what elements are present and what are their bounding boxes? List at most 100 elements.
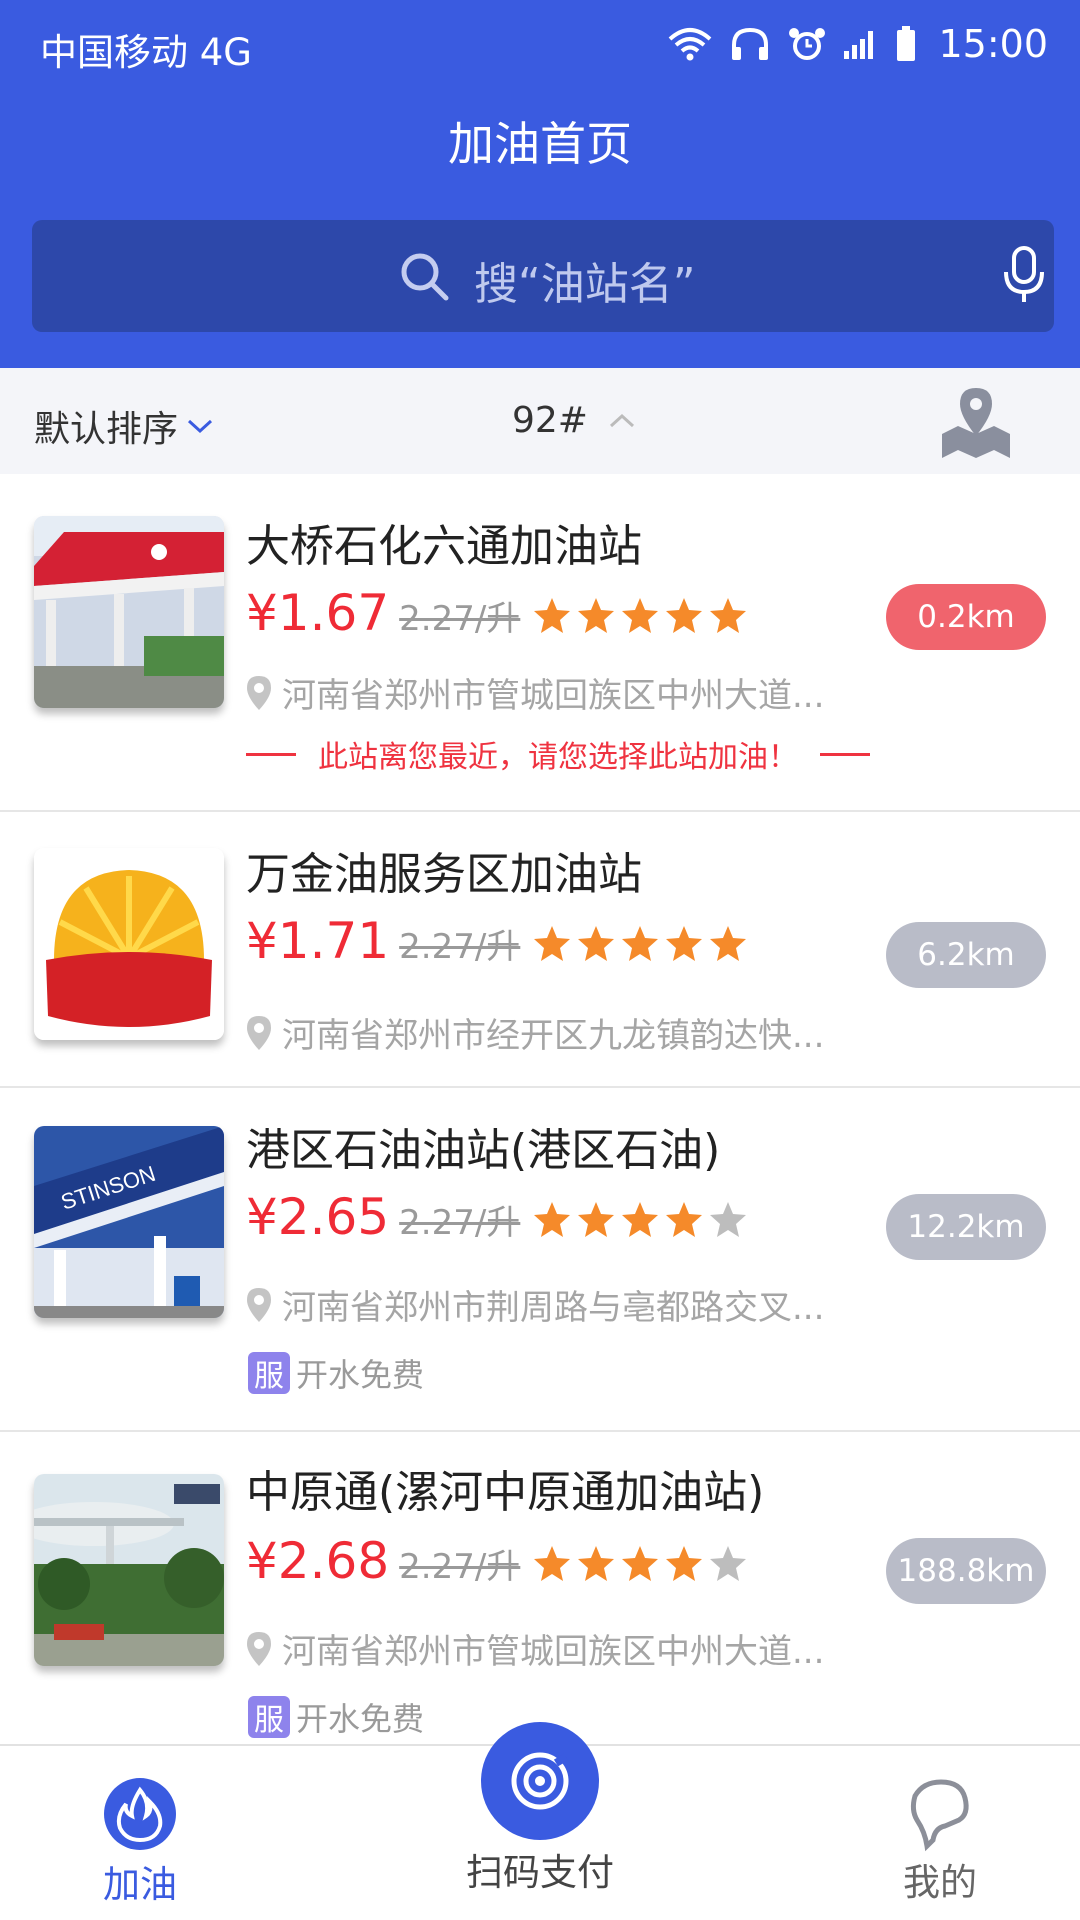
- nav-mine[interactable]: 我的: [890, 1776, 990, 1906]
- rating-stars: [532, 1544, 748, 1584]
- flame-icon: [104, 1778, 176, 1850]
- price-row: ¥2.65 2.27/升: [246, 1188, 520, 1246]
- service-tag: 服 开水免费: [248, 1694, 424, 1740]
- star-filled-icon: [622, 598, 658, 633]
- tip-divider-right: [820, 752, 870, 756]
- chevron-down-icon: [188, 419, 213, 434]
- distance-badge: 6.2km: [886, 922, 1046, 988]
- fuel-type-dropdown[interactable]: 92#: [512, 400, 636, 441]
- original-price: 2.27/升: [399, 1547, 521, 1587]
- address-text: 河南省郑州市荆周路与亳都路交叉...: [282, 1288, 825, 1328]
- station-address: 河南省郑州市经开区九龙镇韵达快...: [246, 1008, 824, 1057]
- distance-badge: 188.8km: [886, 1538, 1046, 1604]
- battery-icon: [897, 26, 916, 61]
- alarm-icon: [789, 28, 826, 60]
- address-text: 河南省郑州市管城回族区中州大道...: [282, 676, 825, 716]
- star-filled-icon: [534, 598, 570, 633]
- station-photo: [34, 1474, 224, 1666]
- search-placeholder: 搜“油站名”: [474, 259, 696, 310]
- location-pin-icon: [247, 675, 271, 710]
- status-bar: 中国移动 4G 15:00: [0, 0, 1080, 96]
- carrier-label: 中国移动 4G: [40, 31, 252, 74]
- nav-mine-label: 我的: [903, 1861, 977, 1904]
- price-row: ¥1.71 2.27/升: [246, 912, 520, 970]
- distance-badge: 0.2km: [886, 584, 1046, 650]
- star-empty-icon: [710, 1546, 746, 1581]
- microphone-icon[interactable]: [1002, 246, 1046, 306]
- star-filled-icon: [622, 926, 658, 961]
- nav-scan-pay-label: 扫码支付: [466, 1851, 614, 1894]
- chevron-up-icon: [609, 413, 634, 427]
- station-card[interactable]: 万金油服务区加油站 ¥1.71 2.27/升 6.2km 河南省郑州市经开区九龙…: [0, 812, 1080, 1088]
- star-filled-icon: [534, 926, 570, 961]
- sort-default-label: 默认排序: [34, 409, 179, 450]
- location-pin-icon: [247, 1631, 271, 1666]
- star-filled-icon: [534, 1546, 570, 1581]
- station-card[interactable]: 中原通(漯河中原通加油站) ¥2.68 2.27/升 188.8km 河南省郑州…: [0, 1432, 1080, 1744]
- header: 中国移动 4G 15:00 加油首页 搜“油站名”: [0, 0, 1080, 368]
- station-logo: [34, 848, 224, 1040]
- price-row: ¥1.67 2.27/升: [246, 584, 520, 642]
- scan-icon: [511, 1752, 569, 1810]
- station-card[interactable]: 大桥石化六通加油站 ¥1.67 2.27/升 0.2km 河南省郑州市管城回族区…: [0, 474, 1080, 812]
- service-text: 开水免费: [296, 1700, 425, 1738]
- nav-refuel-label: 加油: [103, 1863, 177, 1906]
- star-filled-icon: [710, 598, 746, 633]
- star-filled-icon: [622, 1202, 658, 1237]
- price-row: ¥2.68 2.27/升: [246, 1532, 520, 1590]
- original-price: 2.27/升: [399, 599, 521, 639]
- service-text: 开水免费: [296, 1356, 425, 1394]
- original-price: 2.27/升: [399, 1203, 521, 1243]
- nav-refuel[interactable]: 加油: [90, 1776, 190, 1908]
- star-filled-icon: [666, 598, 702, 633]
- station-price: ¥1.71: [246, 912, 390, 970]
- location-pin-icon: [247, 1287, 271, 1322]
- location-pin-icon: [247, 1015, 271, 1050]
- station-price: ¥1.67: [246, 584, 390, 642]
- tip-divider-left: [246, 752, 296, 756]
- star-filled-icon: [710, 926, 746, 961]
- map-pin-icon[interactable]: [938, 384, 1014, 460]
- station-name: 大桥石化六通加油站: [246, 521, 642, 572]
- search-bar[interactable]: 搜“油站名”: [32, 220, 1054, 332]
- station-name: 中原通(漯河中原通加油站): [246, 1467, 765, 1518]
- clock: 15:00: [938, 22, 1048, 66]
- rating-stars: [532, 924, 748, 964]
- station-price: ¥2.65: [246, 1188, 390, 1246]
- star-filled-icon: [534, 1202, 570, 1237]
- service-badge: 服: [248, 1352, 290, 1394]
- star-filled-icon: [578, 598, 614, 633]
- station-card[interactable]: STINSON 港区石油油站(港区石油) ¥2.65 2.27/升 12.2km…: [0, 1088, 1080, 1432]
- star-filled-icon: [578, 926, 614, 961]
- star-filled-icon: [622, 1546, 658, 1581]
- page-title: 加油首页: [448, 117, 632, 171]
- address-text: 河南省郑州市经开区九龙镇韵达快...: [282, 1016, 825, 1056]
- star-filled-icon: [578, 1546, 614, 1581]
- station-price: ¥2.68: [246, 1532, 390, 1590]
- station-photo: [34, 516, 224, 708]
- rating-stars: [532, 596, 748, 636]
- status-icons: 15:00: [668, 22, 1048, 66]
- station-name: 港区石油油站(港区石油): [246, 1125, 721, 1176]
- signal-icon: [844, 31, 874, 59]
- star-filled-icon: [578, 1202, 614, 1237]
- star-filled-icon: [666, 1546, 702, 1581]
- scan-pay-button[interactable]: [481, 1722, 599, 1840]
- headphones-icon: [732, 27, 769, 60]
- nav-scan-pay[interactable]: 扫码支付: [440, 1842, 640, 1896]
- wifi-icon: [669, 28, 712, 61]
- sort-default-dropdown[interactable]: 默认排序: [34, 400, 214, 452]
- station-name: 万金油服务区加油站: [246, 849, 642, 900]
- service-badge: 服: [248, 1696, 290, 1738]
- star-filled-icon: [666, 1202, 702, 1237]
- address-text: 河南省郑州市管城回族区中州大道...: [282, 1632, 825, 1672]
- tip-text: 此站离您最近，请您选择此站加油！: [318, 740, 798, 775]
- rating-stars: [532, 1200, 748, 1240]
- station-address: 河南省郑州市荆周路与亳都路交叉...: [246, 1280, 824, 1329]
- sort-bar: 默认排序 92#: [0, 368, 1080, 474]
- distance-badge: 12.2km: [886, 1194, 1046, 1260]
- station-address: 河南省郑州市管城回族区中州大道...: [246, 1624, 824, 1673]
- user-bubble-icon: [910, 1779, 969, 1852]
- nearest-tip: 此站离您最近，请您选择此站加油！: [246, 732, 870, 776]
- search-icon: [401, 253, 449, 301]
